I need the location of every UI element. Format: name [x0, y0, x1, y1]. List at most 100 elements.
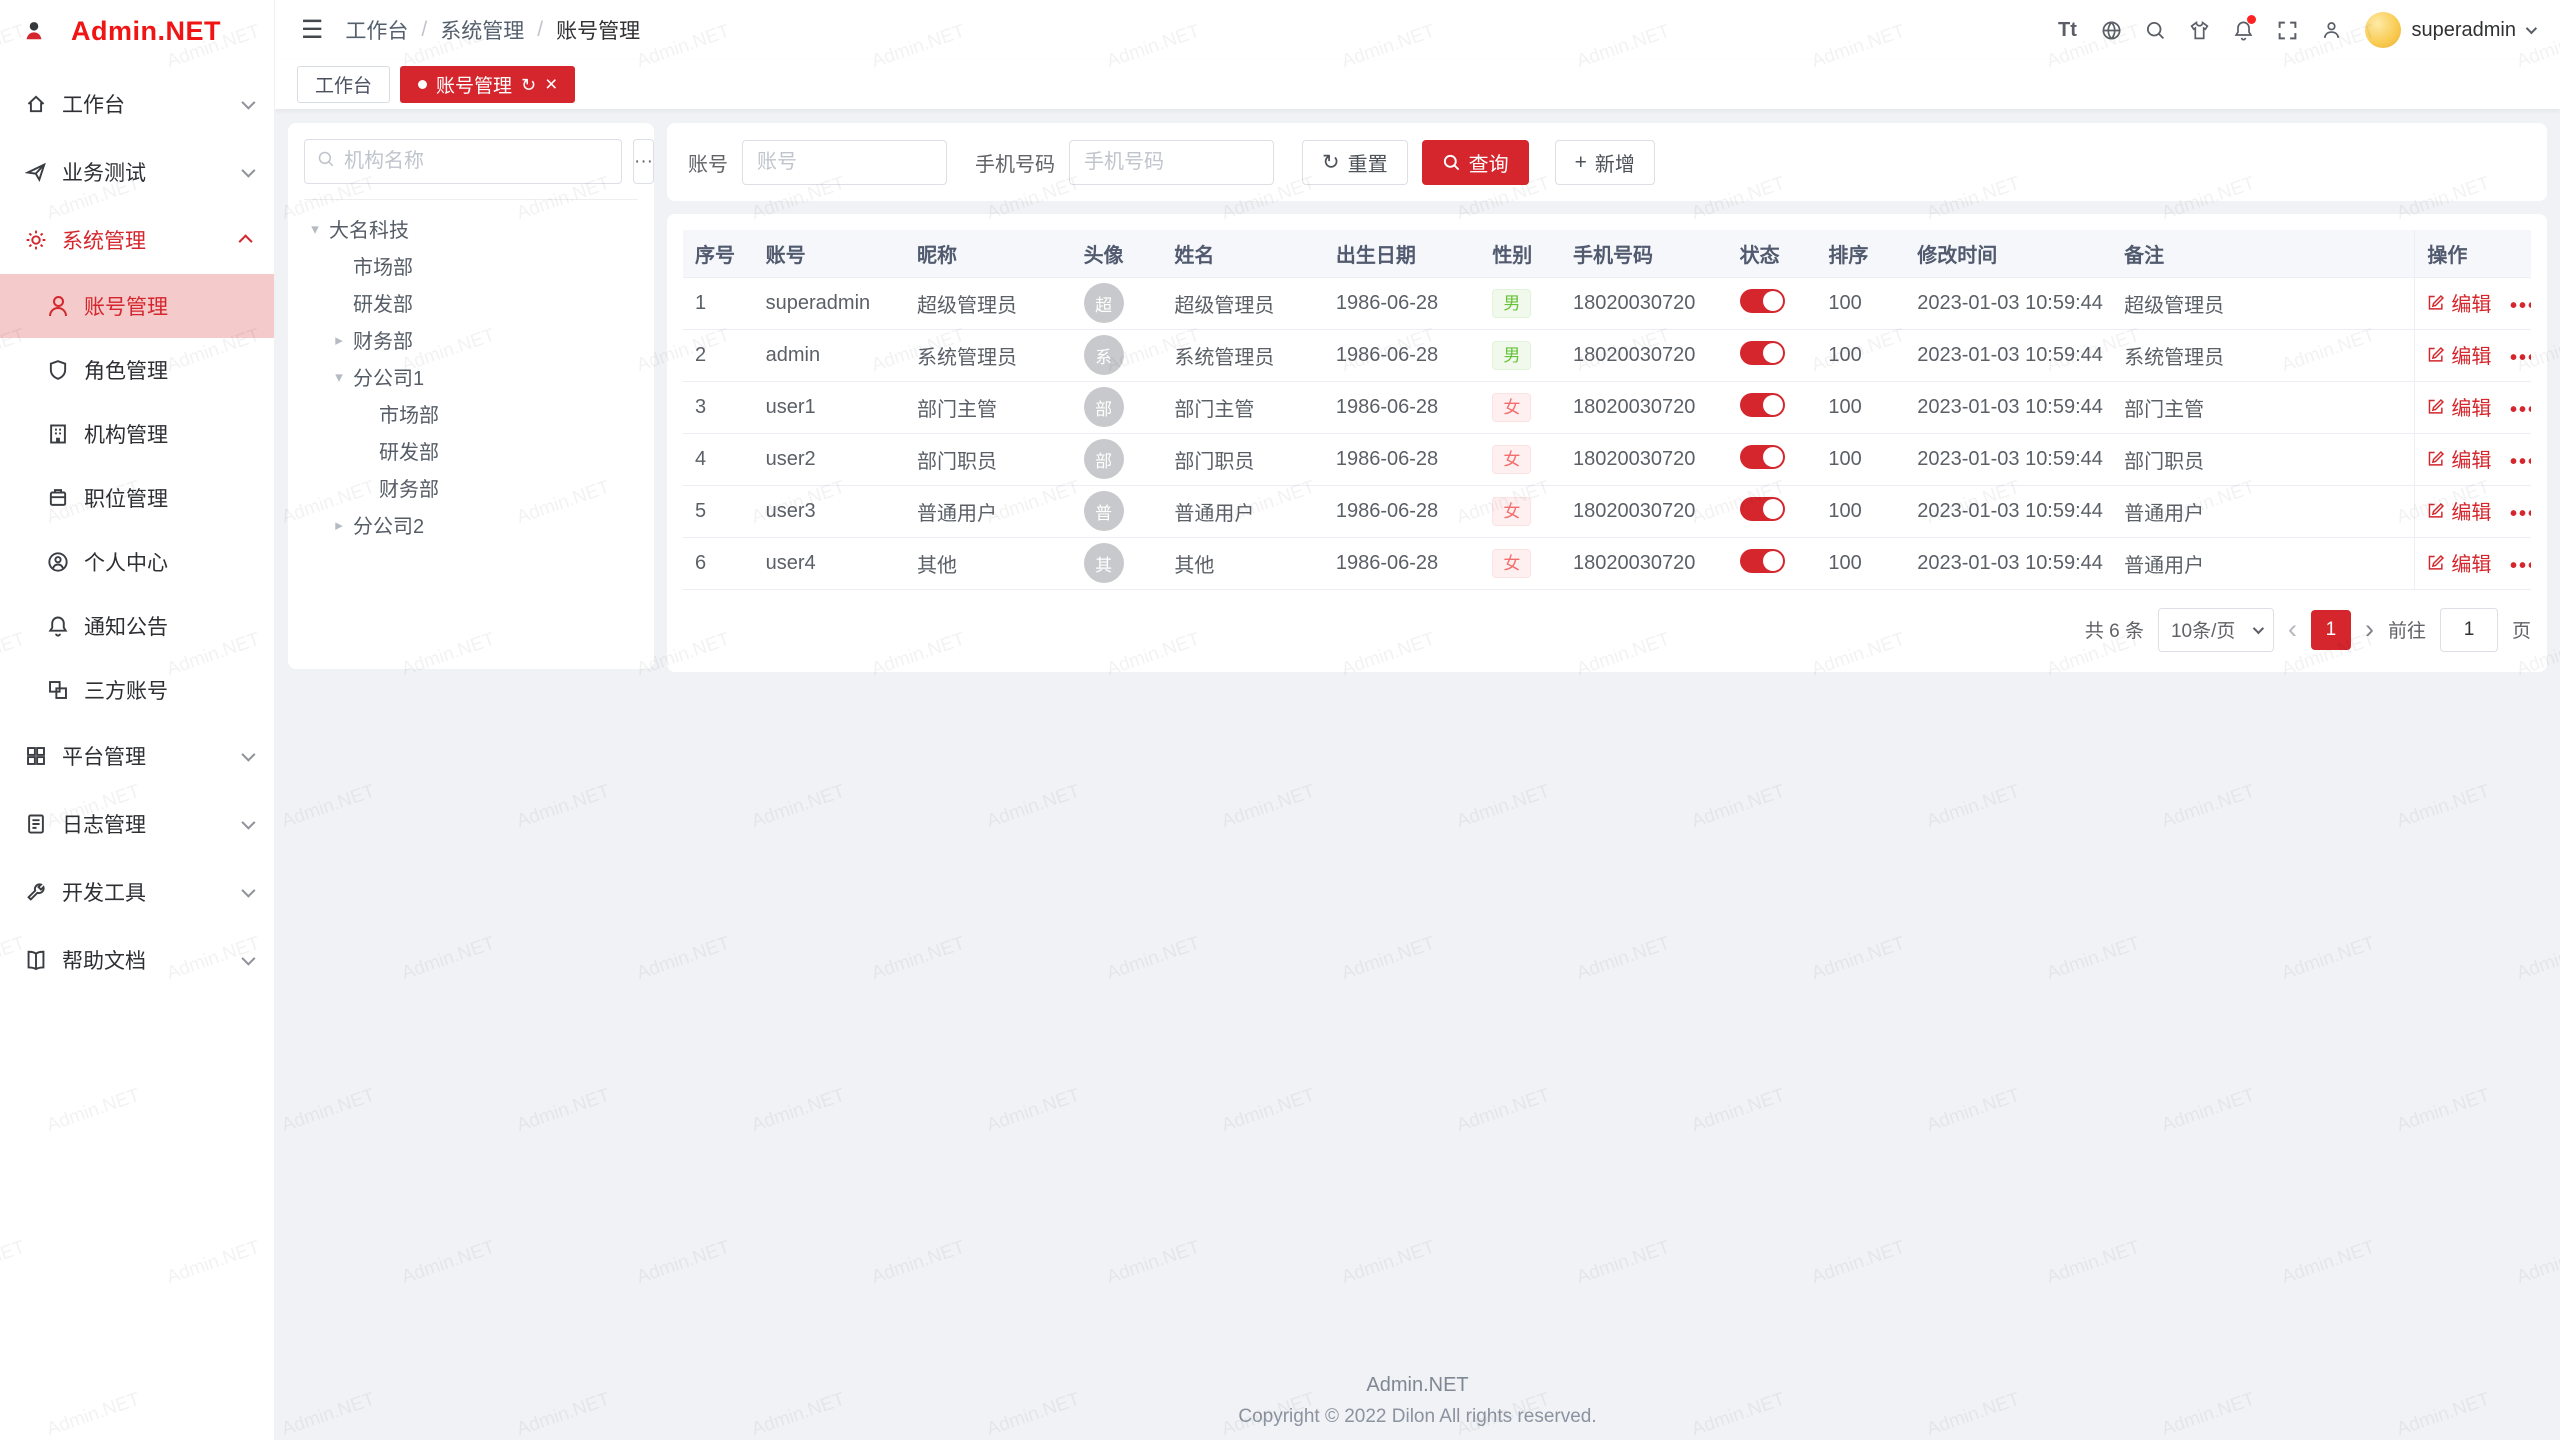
col-header: 账号 [754, 230, 905, 277]
sidebar-item-label: 系统管理 [62, 225, 242, 255]
status-toggle[interactable] [1740, 393, 1785, 417]
user-avatar[interactable] [2365, 12, 2401, 48]
sidebar-item-dev-tools[interactable]: 开发工具 [0, 858, 274, 926]
edit-button[interactable]: 编辑 [2427, 548, 2491, 577]
sidebar-item-help-docs[interactable]: 帮助文档 [0, 926, 274, 994]
cell-account: user4 [754, 537, 905, 589]
cell-modified: 2023-01-03 10:59:44 [1905, 329, 2112, 381]
cell-actions: 编辑 ••• [2415, 329, 2531, 381]
tree-node[interactable]: 财务部 [304, 469, 638, 506]
fullscreen-icon[interactable] [2265, 8, 2309, 52]
status-toggle[interactable] [1740, 445, 1785, 469]
more-actions-icon[interactable]: ••• [2510, 347, 2531, 369]
cell-gender: 女 [1480, 485, 1561, 537]
search-icon[interactable] [2133, 8, 2177, 52]
goto-page-input[interactable] [2440, 608, 2498, 652]
more-actions-icon[interactable]: ••• [2510, 555, 2531, 577]
caret-down-icon[interactable]: ▾ [330, 368, 348, 386]
phone-input[interactable] [1069, 140, 1274, 185]
tree-node[interactable]: 市场部 [304, 395, 638, 432]
prev-page-button[interactable]: ‹ [2288, 616, 2297, 643]
page-number-current[interactable]: 1 [2311, 610, 2351, 650]
cell-modified: 2023-01-03 10:59:44 [1905, 485, 2112, 537]
tree-node[interactable]: ▸财务部 [304, 321, 638, 358]
caret-right-icon[interactable]: ▸ [330, 516, 348, 534]
sidebar-item-account-mgmt[interactable]: 账号管理 [0, 274, 274, 338]
org-search-box[interactable] [304, 139, 622, 184]
tab-account-mgmt[interactable]: 账号管理 ↻ × [400, 66, 575, 103]
notification-badge [2247, 15, 2256, 24]
logo-icon [20, 19, 48, 43]
sidebar-item-third-party-account[interactable]: 三方账号 [0, 658, 274, 722]
chevron-down-icon [2253, 622, 2264, 633]
col-header: 手机号码 [1561, 230, 1728, 277]
edit-button[interactable]: 编辑 [2427, 340, 2491, 369]
more-actions-icon[interactable]: ••• [2510, 451, 2531, 473]
sidebar-item-role-mgmt[interactable]: 角色管理 [0, 338, 274, 402]
cell-no: 5 [683, 485, 754, 537]
sidebar-item-label: 日志管理 [62, 809, 242, 839]
hamburger-menu-icon[interactable]: ☰ [301, 18, 323, 43]
logo[interactable]: Admin.NET [0, 0, 274, 62]
close-icon[interactable]: × [545, 74, 557, 95]
footer-copyright: Copyright © 2022 Dilon All rights reserv… [275, 1406, 2560, 1428]
sidebar-item-log-mgmt[interactable]: 日志管理 [0, 790, 274, 858]
edit-icon [2427, 502, 2445, 520]
breadcrumb-item[interactable]: 系统管理 [440, 15, 524, 45]
tree-node-label: 研发部 [353, 288, 413, 317]
more-options-button[interactable]: ··· [633, 139, 654, 184]
status-toggle[interactable] [1740, 289, 1785, 313]
caret-down-icon[interactable]: ▾ [306, 220, 324, 238]
sidebar-item-org-mgmt[interactable]: 机构管理 [0, 402, 274, 466]
tree-node[interactable]: 研发部 [304, 284, 638, 321]
home-icon [22, 92, 50, 116]
cell-gender: 男 [1480, 277, 1561, 329]
sidebar-item-workbench[interactable]: 工作台 [0, 70, 274, 138]
edit-button[interactable]: 编辑 [2427, 496, 2491, 525]
search-button[interactable]: 查询 [1422, 140, 1529, 185]
language-globe-icon[interactable] [2089, 8, 2133, 52]
edit-button[interactable]: 编辑 [2427, 392, 2491, 421]
sidebar-item-system-mgmt[interactable]: 系统管理 [0, 206, 274, 274]
tab-workbench[interactable]: 工作台 [297, 66, 390, 103]
account-input[interactable] [742, 140, 947, 185]
status-toggle[interactable] [1740, 341, 1785, 365]
add-button[interactable]: + 新增 [1555, 140, 1655, 185]
status-toggle[interactable] [1740, 497, 1785, 521]
table-row: 2 admin 系统管理员 系 系统管理员 1986-06-28 男 18020… [683, 329, 2531, 381]
sidebar-item-notice[interactable]: 通知公告 [0, 594, 274, 658]
sidebar-item-profile-center[interactable]: 个人中心 [0, 530, 274, 594]
goto-label: 前往 [2388, 616, 2426, 643]
user-outline-icon[interactable] [2309, 8, 2353, 52]
avatar: 系 [1084, 335, 1124, 375]
cell-birth: 1986-06-28 [1324, 537, 1480, 589]
font-size-icon[interactable]: Tt [2045, 8, 2089, 52]
sidebar-item-platform-mgmt[interactable]: 平台管理 [0, 722, 274, 790]
tree-node[interactable]: 研发部 [304, 432, 638, 469]
more-actions-icon[interactable]: ••• [2510, 503, 2531, 525]
page-size-select[interactable]: 10条/页 [2158, 608, 2274, 652]
refresh-icon[interactable]: ↻ [521, 76, 536, 94]
org-search-input[interactable] [344, 150, 609, 173]
sidebar-item-label: 平台管理 [62, 741, 242, 771]
caret-right-icon[interactable]: ▸ [330, 331, 348, 349]
sidebar-item-business-test[interactable]: 业务测试 [0, 138, 274, 206]
username[interactable]: superadmin [2411, 19, 2516, 42]
edit-button[interactable]: 编辑 [2427, 288, 2491, 317]
col-header: 性别 [1480, 230, 1561, 277]
status-toggle[interactable] [1740, 549, 1785, 573]
bell-icon[interactable] [2221, 8, 2265, 52]
tree-node[interactable]: ▸分公司2 [304, 506, 638, 543]
tree-node[interactable]: ▾大名科技 [304, 210, 638, 247]
theme-icon[interactable] [2177, 8, 2221, 52]
reset-button[interactable]: ↻ 重置 [1302, 140, 1408, 185]
next-page-button[interactable]: › [2365, 616, 2374, 643]
sidebar-item-position-mgmt[interactable]: 职位管理 [0, 466, 274, 530]
toggle-knob [1763, 291, 1783, 311]
more-actions-icon[interactable]: ••• [2510, 295, 2531, 317]
tree-node[interactable]: 市场部 [304, 247, 638, 284]
more-actions-icon[interactable]: ••• [2510, 399, 2531, 421]
tree-node[interactable]: ▾分公司1 [304, 358, 638, 395]
breadcrumb-item[interactable]: 工作台 [345, 15, 408, 45]
edit-button[interactable]: 编辑 [2427, 444, 2491, 473]
